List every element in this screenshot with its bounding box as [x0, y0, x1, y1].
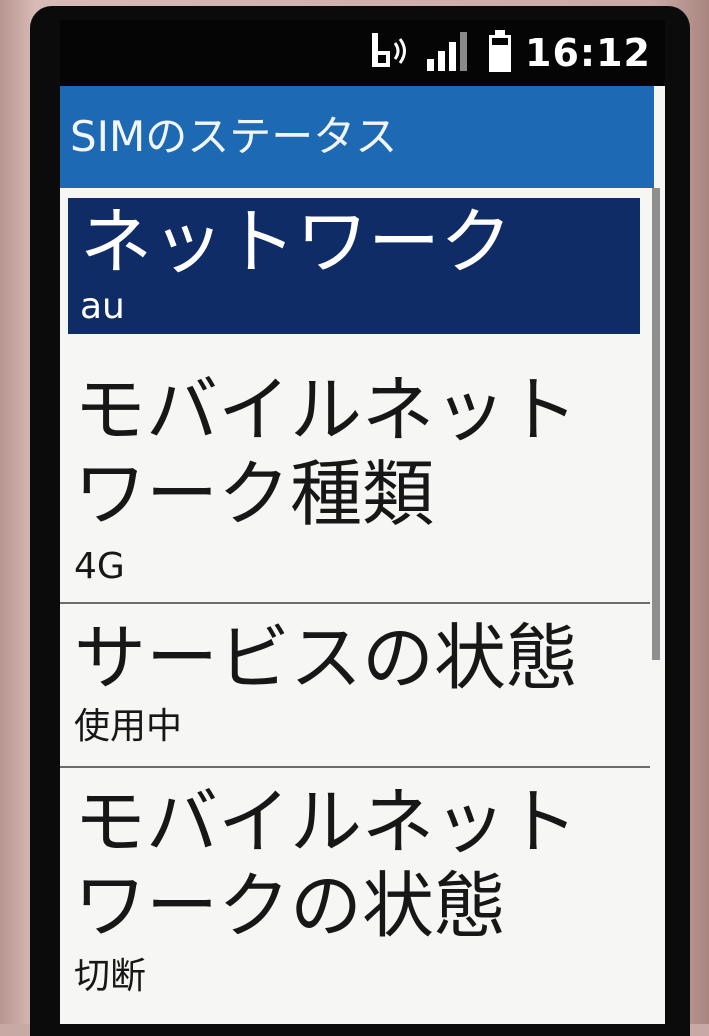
list-item-value: 使用中 [74, 706, 183, 747]
status-bar: 16:12 [60, 20, 665, 86]
list-item-service-state[interactable]: サービスの状態 使用中 [60, 604, 650, 768]
scrollbar[interactable] [652, 188, 660, 660]
list-item-network[interactable]: ネットワーク au [60, 188, 650, 356]
list-item-value: au [80, 286, 125, 327]
list-item-title-line-1: モバイルネット [74, 780, 579, 864]
sim-status-list: ネットワーク au モバイルネット ワーク種類 4G サービスの状態 使用中 モ… [60, 188, 650, 1024]
cellular-signal-icon [425, 29, 475, 77]
list-item-title: ネットワーク [80, 200, 513, 284]
screen: 16:12 SIMのステータス ネットワーク au モバイルネット ワーク種類 … [60, 20, 665, 1024]
list-item-mobile-network-type[interactable]: モバイルネット ワーク種類 4G [60, 356, 650, 604]
list-item-title: サービスの状態 [74, 616, 579, 700]
title-bar: SIMのステータス [60, 86, 654, 188]
list-item-mobile-network-state[interactable]: モバイルネット ワークの状態 切断 [60, 768, 650, 1024]
list-item-value: 4G [74, 546, 125, 587]
status-icons: 16:12 [369, 28, 651, 78]
list-item-value: 切断 [74, 956, 147, 997]
status-time: 16:12 [525, 31, 651, 75]
battery-icon [487, 29, 513, 77]
bluetooth-signal-icon [369, 31, 413, 75]
page-title: SIMのステータス [70, 112, 398, 161]
list-item-title-line-1: モバイルネット [74, 368, 579, 452]
list-item-title-line-2: ワーク種類 [74, 452, 435, 536]
list-item-title-line-2: ワークの状態 [74, 864, 507, 948]
